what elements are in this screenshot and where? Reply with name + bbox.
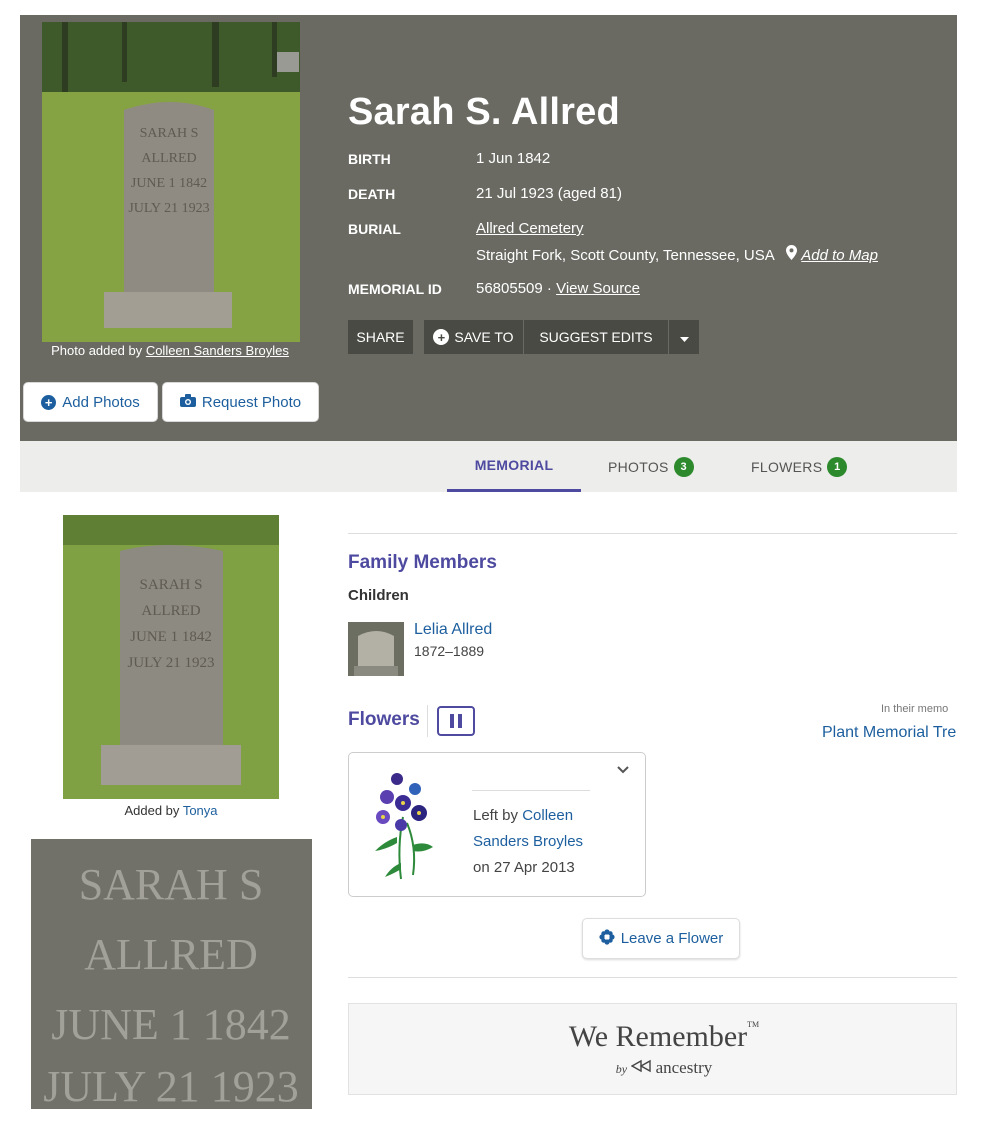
added-by-link[interactable]: Tonya (183, 803, 218, 818)
children-label: Children (348, 587, 409, 604)
flower-date: on 27 Apr 2013 (473, 859, 575, 876)
plus-circle-icon: + (433, 329, 450, 345)
save-to-label: SAVE TO (454, 329, 514, 345)
burial-location-row: Straight Fork, Scott County, Tennessee, … (476, 245, 878, 264)
request-photo-label: Request Photo (201, 393, 302, 411)
we-remember-text: We Remember (568, 1020, 748, 1053)
child-name-link[interactable]: Lelia Allred (414, 621, 492, 639)
in-their-memory-label: In their memo (881, 703, 949, 715)
memorial-name: Sarah S. Allred (348, 91, 620, 133)
birth-label: BIRTH (348, 151, 391, 167)
plant-memorial-tree-link[interactable]: Plant Memorial Tre (822, 724, 956, 742)
flower-card: Left by Colleen Sanders Broyles on 27 Ap… (348, 752, 646, 897)
camera-icon (179, 393, 196, 411)
photos-count-badge: 3 (673, 456, 694, 477)
memorial-id-separator: · (546, 280, 552, 297)
child-thumbnail[interactable] (348, 622, 404, 676)
memorial-id-label: MEMORIAL ID (348, 281, 442, 297)
pause-button[interactable] (437, 706, 475, 736)
headstone-photo[interactable]: SARAH S ALLRED JUNE 1 1842 JULY 21 1923 (42, 22, 300, 342)
map-pin-icon (786, 245, 801, 264)
birth-value: 1 Jun 1842 (476, 150, 551, 167)
tab-memorial-label: MEMORIAL (474, 457, 554, 473)
photo-credit-prefix: Photo added by (51, 343, 143, 358)
svg-text:JULY 21 1923: JULY 21 1923 (127, 655, 214, 671)
svg-text:ALLRED: ALLRED (84, 930, 258, 979)
chevron-down-icon[interactable] (617, 761, 629, 777)
added-by-prefix: Added by (124, 803, 180, 818)
photo-credit-link[interactable]: Colleen Sanders Broyles (146, 343, 289, 358)
inscription-closeup-photo[interactable]: SARAH S ALLRED JUNE 1 1842 JULY 21 1923 (31, 839, 312, 1109)
add-photos-button[interactable]: + Add Photos (23, 382, 158, 422)
memorial-header: SARAH S ALLRED JUNE 1 1842 JULY 21 1923 … (20, 15, 957, 441)
section-divider (348, 533, 957, 534)
death-label: DEATH (348, 186, 396, 202)
svg-text:JULY 21 1923: JULY 21 1923 (43, 1062, 299, 1109)
svg-text:JUNE 1 1842: JUNE 1 1842 (51, 1000, 291, 1049)
pause-icon (450, 714, 454, 728)
we-remember-title: We RememberTM (349, 1020, 979, 1054)
trademark: TM (747, 1020, 760, 1029)
divider (427, 705, 428, 737)
more-options-button[interactable] (669, 320, 699, 354)
memorial-id-value: 56805509 (476, 280, 543, 297)
child-years: 1872–1889 (414, 643, 485, 659)
svg-text:SARAH S: SARAH S (140, 577, 203, 593)
flowers-count-badge: 1 (827, 456, 848, 477)
svg-text:JULY 21 1923: JULY 21 1923 (128, 201, 209, 216)
by-label: by (615, 1062, 628, 1076)
caret-down-icon (679, 329, 689, 345)
add-to-map-link[interactable]: Add to Map (801, 247, 878, 264)
flower-icon (599, 928, 615, 949)
tab-photos-label: PHOTOS (608, 458, 669, 475)
svg-text:JUNE 1 1842: JUNE 1 1842 (131, 176, 207, 191)
svg-text:SARAH S: SARAH S (79, 860, 264, 909)
save-to-button[interactable]: + SAVE TO (424, 320, 523, 354)
tab-memorial[interactable]: MEMORIAL (447, 441, 581, 492)
burial-label: BURIAL (348, 221, 401, 237)
action-button-group: + SAVE TO SUGGEST EDITS (424, 320, 699, 354)
burial-cemetery-link[interactable]: Allred Cemetery (476, 220, 584, 237)
memorial-id-row: 56805509 · View Source (476, 280, 640, 297)
plus-circle-icon: + (41, 394, 57, 410)
share-button[interactable]: SHARE (348, 320, 413, 354)
we-remember-banner[interactable]: We RememberTM by ancestry (348, 1003, 957, 1095)
svg-text:ALLRED: ALLRED (141, 151, 196, 166)
photo-added-by: Added by Tonya (63, 803, 279, 818)
add-photos-label: Add Photos (62, 393, 140, 411)
suggest-edits-button[interactable]: SUGGEST EDITS (524, 320, 668, 354)
death-value: 21 Jul 1923 (aged 81) (476, 185, 622, 202)
tab-bar: MEMORIAL PHOTOS 3 FLOWERS 1 (20, 441, 957, 492)
section-divider (348, 977, 957, 978)
burial-cemetery-row: Allred Cemetery (476, 220, 584, 237)
share-label: SHARE (356, 329, 405, 345)
suggest-edits-label: SUGGEST EDITS (539, 329, 653, 345)
tab-photos[interactable]: PHOTOS 3 (608, 441, 694, 492)
photo-credit: Photo added by Colleen Sanders Broyles (20, 343, 320, 358)
flowers-heading: Flowers (348, 709, 420, 730)
svg-text:JUNE 1 1842: JUNE 1 1842 (130, 629, 212, 645)
flower-image (367, 767, 437, 883)
card-divider (472, 790, 590, 791)
leave-flower-button[interactable]: Leave a Flower (582, 918, 740, 959)
pause-icon (458, 714, 462, 728)
ancestry-leaf-icon (630, 1058, 655, 1077)
flower-left-by: Left by Colleen Sanders Broyles on 27 Ap… (473, 803, 623, 881)
tab-flowers[interactable]: FLOWERS 1 (751, 441, 848, 492)
we-remember-byline: by ancestry (349, 1058, 979, 1078)
burial-location: Straight Fork, Scott County, Tennessee, … (476, 247, 774, 264)
tab-flowers-label: FLOWERS (751, 458, 823, 475)
svg-text:ALLRED: ALLRED (141, 603, 200, 619)
request-photo-button[interactable]: Request Photo (162, 382, 319, 422)
family-members-heading: Family Members (348, 552, 497, 573)
ancestry-brand: ancestry (655, 1058, 713, 1077)
svg-text:SARAH S: SARAH S (140, 126, 199, 141)
view-source-link[interactable]: View Source (556, 280, 640, 297)
leave-flower-label: Leave a Flower (620, 930, 724, 947)
gallery-photo[interactable]: SARAH S ALLRED JUNE 1 1842 JULY 21 1923 (63, 515, 279, 799)
left-by-prefix: Left by (473, 807, 519, 824)
